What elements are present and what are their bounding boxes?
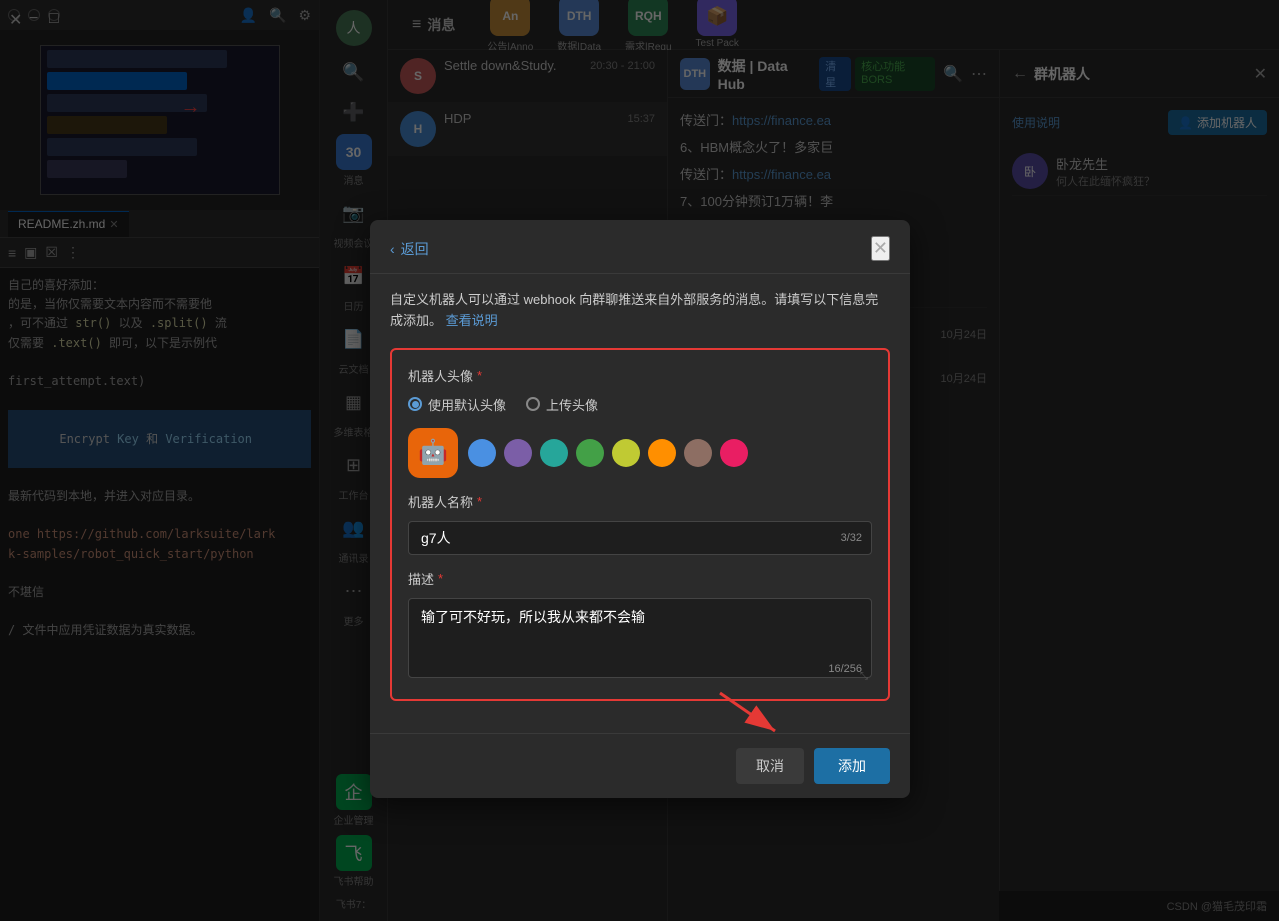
modal-body: 自定义机器人可以通过 webhook 向群聊推送来自外部服务的消息。请填写以下信…	[370, 274, 910, 733]
modal-description: 自定义机器人可以通过 webhook 向群聊推送来自外部服务的消息。请填写以下信…	[390, 290, 890, 332]
avatar-section-label: 机器人头像 *	[408, 366, 872, 385]
color-orange[interactable]	[648, 439, 676, 467]
radio-default-circle	[408, 397, 422, 411]
desc-counter: 16/256	[828, 663, 862, 675]
radio-upload-circle	[526, 397, 540, 411]
avatar-preview-row: 🤖	[408, 428, 872, 478]
modal-back-label: 返回	[401, 239, 429, 259]
color-pink[interactable]	[720, 439, 748, 467]
cancel-button[interactable]: 取消	[736, 748, 804, 784]
add-robot-modal: ‹ 返回 ✕ 自定义机器人可以通过 webhook 向群聊推送来自外部服务的消息…	[370, 220, 910, 798]
color-blue[interactable]	[468, 439, 496, 467]
name-counter: 3/32	[841, 532, 862, 544]
desc-textarea-wrap: 输了可不好玩，所以我从来都不会输 16/256 ⤡	[408, 598, 872, 683]
color-purple[interactable]	[504, 439, 532, 467]
color-yellow-green[interactable]	[612, 439, 640, 467]
avatar-radio-group: 使用默认头像 上传头像	[408, 395, 872, 414]
avatar-preview[interactable]: 🤖	[408, 428, 458, 478]
resize-handle[interactable]: ⤡	[860, 671, 870, 681]
modal-avatar-section: 机器人头像 * 使用默认头像 上传头像 🤖	[390, 348, 890, 701]
desc-section-label: 描述 *	[408, 569, 872, 588]
robot-name-input[interactable]	[408, 521, 872, 555]
name-section-label: 机器人名称 *	[408, 492, 872, 511]
modal-footer: 取消 添加	[370, 733, 910, 798]
radio-upload-label: 上传头像	[546, 395, 598, 414]
back-chevron-icon: ‹	[390, 241, 395, 257]
modal-back-button[interactable]: ‹ 返回	[390, 239, 429, 259]
modal-header: ‹ 返回 ✕	[370, 220, 910, 274]
radio-default-label: 使用默认头像	[428, 395, 506, 414]
color-circles	[468, 439, 748, 467]
color-teal[interactable]	[540, 439, 568, 467]
radio-upload[interactable]: 上传头像	[526, 395, 598, 414]
modal-close-button[interactable]: ✕	[871, 236, 890, 261]
color-green[interactable]	[576, 439, 604, 467]
required-marker: *	[477, 368, 482, 383]
robot-desc-input[interactable]: 输了可不好玩，所以我从来都不会输	[408, 598, 872, 678]
add-button[interactable]: 添加	[814, 748, 890, 784]
radio-default[interactable]: 使用默认头像	[408, 395, 506, 414]
modal-help-link[interactable]: 查看说明	[446, 313, 498, 328]
name-required-marker: *	[477, 494, 482, 509]
modal-overlay: ‹ 返回 ✕ 自定义机器人可以通过 webhook 向群聊推送来自外部服务的消息…	[0, 0, 1279, 921]
name-input-wrap: 3/32	[408, 521, 872, 555]
color-brown[interactable]	[684, 439, 712, 467]
desc-required-marker: *	[438, 571, 443, 586]
